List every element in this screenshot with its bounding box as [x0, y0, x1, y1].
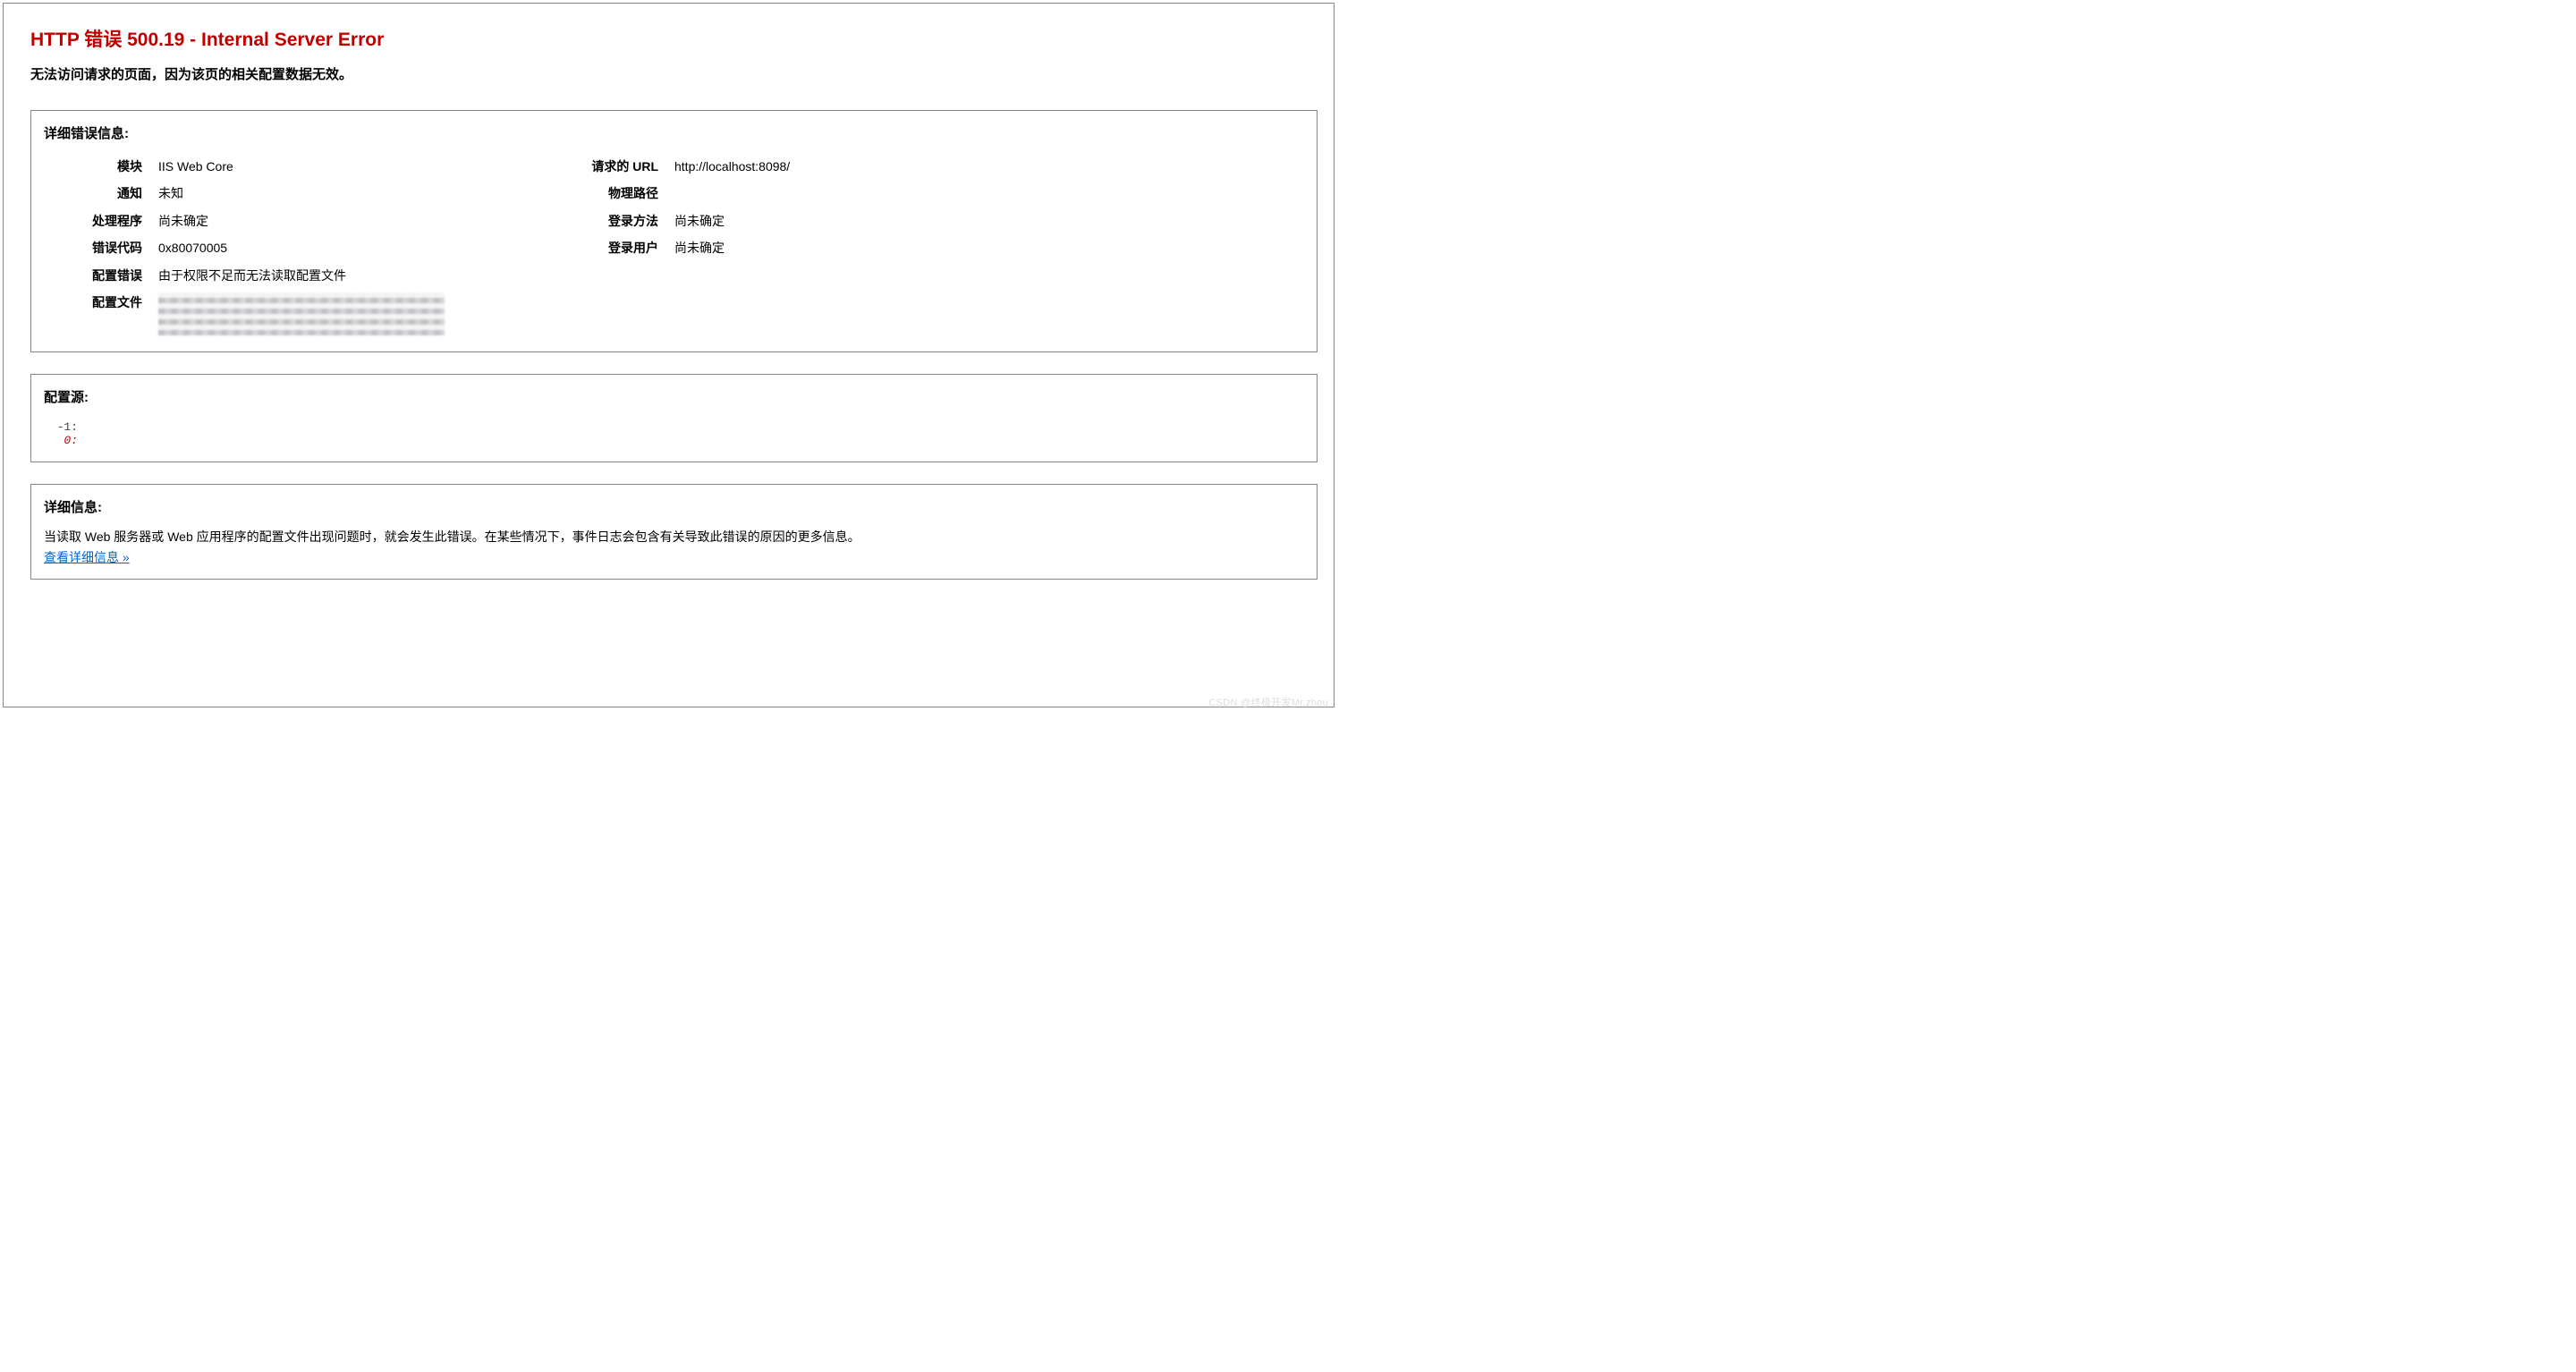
row-requested-url: 请求的 URL http://localhost:8098/	[554, 153, 1304, 180]
row-logon-user: 登录用户 尚未确定	[554, 234, 1304, 261]
label-handler: 处理程序	[51, 211, 158, 231]
redacted-path	[158, 292, 445, 335]
row-error-code: 错误代码 0x80070005	[51, 234, 536, 261]
page-subtitle: 无法访问请求的页面，因为该页的相关配置数据无效。	[30, 64, 1321, 83]
details-box: 详细错误信息: 模块 IIS Web Core 通知 未知 处理程序 尚未确定 …	[30, 110, 1318, 352]
value-requested-url: http://localhost:8098/	[674, 157, 1304, 176]
label-logon-user: 登录用户	[554, 238, 674, 258]
row-config-file: 配置文件	[51, 289, 536, 339]
config-source-line-0: 0:	[56, 434, 1301, 447]
config-source-heading: 配置源:	[44, 387, 1304, 406]
page-title: HTTP 错误 500.19 - Internal Server Error	[30, 25, 1321, 52]
label-physical-path: 物理路径	[554, 183, 674, 203]
config-source-box: 配置源: -1: 0:	[30, 374, 1318, 462]
value-error-code: 0x80070005	[158, 238, 536, 258]
details-right-column: 请求的 URL http://localhost:8098/ 物理路径 登录方法…	[536, 153, 1304, 339]
row-handler: 处理程序 尚未确定	[51, 207, 536, 234]
label-requested-url: 请求的 URL	[554, 157, 674, 176]
row-module: 模块 IIS Web Core	[51, 153, 536, 180]
value-handler: 尚未确定	[158, 211, 536, 231]
value-logon-user: 尚未确定	[674, 238, 1304, 258]
label-config-error: 配置错误	[51, 266, 158, 285]
more-info-heading: 详细信息:	[44, 497, 1304, 516]
details-columns: 模块 IIS Web Core 通知 未知 处理程序 尚未确定 错误代码 0x8…	[44, 153, 1304, 339]
more-info-text: 当读取 Web 服务器或 Web 应用程序的配置文件出现问题时，就会发生此错误。…	[44, 527, 1304, 546]
config-source-body: -1: 0:	[44, 417, 1304, 449]
label-config-file: 配置文件	[51, 292, 158, 312]
row-logon-method: 登录方法 尚未确定	[554, 207, 1304, 234]
value-logon-method: 尚未确定	[674, 211, 1304, 231]
label-error-code: 错误代码	[51, 238, 158, 258]
label-module: 模块	[51, 157, 158, 176]
row-notification: 通知 未知	[51, 180, 536, 207]
label-notification: 通知	[51, 183, 158, 203]
value-notification: 未知	[158, 183, 536, 203]
details-heading: 详细错误信息:	[44, 123, 1304, 142]
error-page-container: HTTP 错误 500.19 - Internal Server Error 无…	[3, 3, 1335, 707]
more-info-box: 详细信息: 当读取 Web 服务器或 Web 应用程序的配置文件出现问题时，就会…	[30, 484, 1318, 580]
label-logon-method: 登录方法	[554, 211, 674, 231]
value-module: IIS Web Core	[158, 157, 536, 176]
value-config-file	[158, 292, 536, 335]
row-physical-path: 物理路径	[554, 180, 1304, 207]
more-info-link[interactable]: 查看详细信息 »	[44, 550, 130, 564]
value-config-error: 由于权限不足而无法读取配置文件	[158, 266, 536, 285]
details-left-column: 模块 IIS Web Core 通知 未知 处理程序 尚未确定 错误代码 0x8…	[44, 153, 536, 339]
row-config-error: 配置错误 由于权限不足而无法读取配置文件	[51, 262, 536, 289]
config-source-line-neg1: -1:	[56, 420, 1301, 434]
watermark-text: CSDN @终极开发Mr.zhou	[1208, 695, 1328, 709]
